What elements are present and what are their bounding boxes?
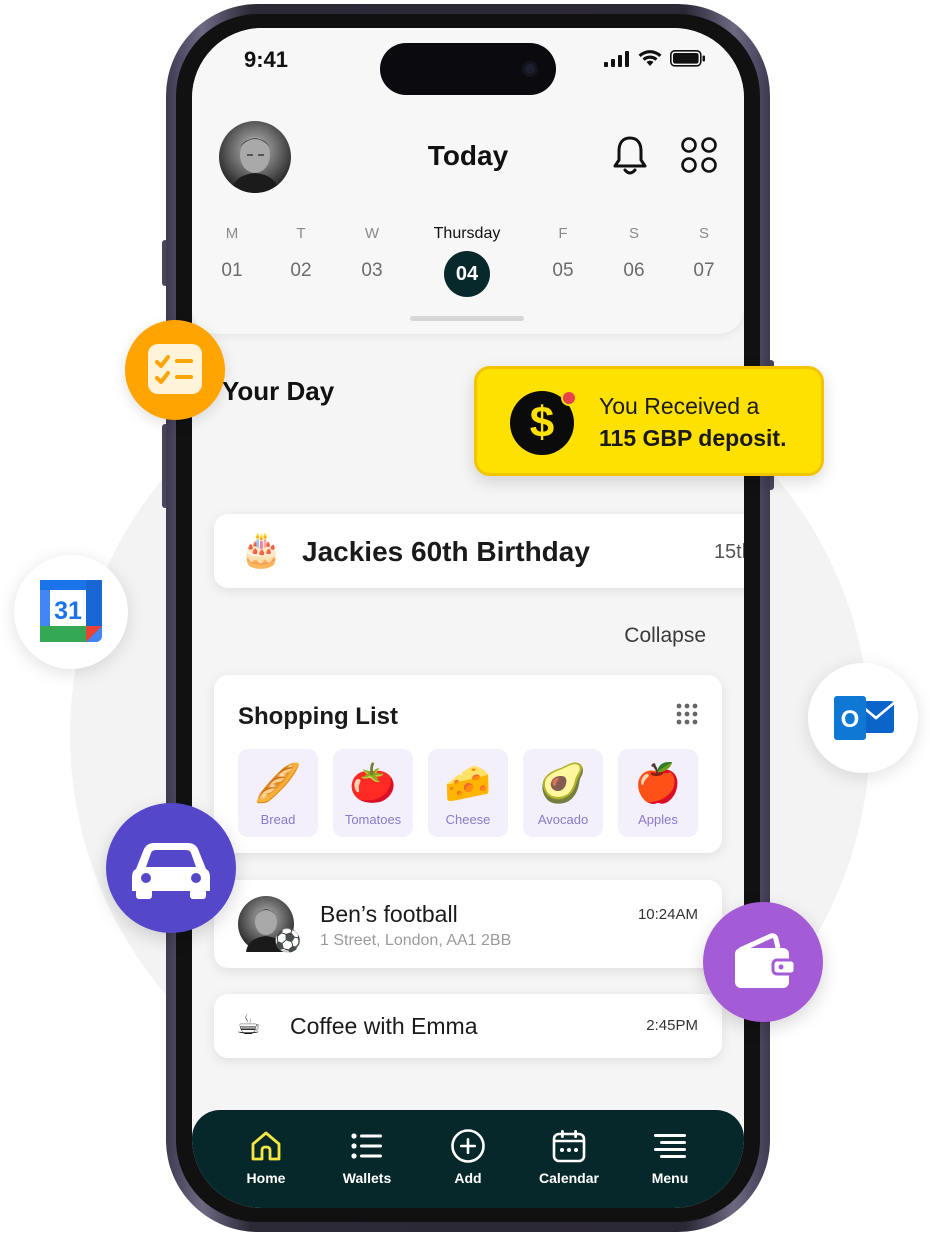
shopping-item-bread[interactable]: 🥖 Bread (238, 749, 318, 837)
tab-label: Calendar (539, 1170, 599, 1186)
item-label: Bread (260, 812, 296, 827)
header-card: 9:41 Today M 01 T 02 W 03 Thursday 04 F … (192, 28, 744, 334)
day-date: 04 (444, 251, 490, 297)
tab-wallets[interactable]: Wallets (317, 1128, 417, 1186)
calendar-date: 31 (54, 597, 82, 625)
event-address: 1 Street, London, AA1 2BB (320, 932, 512, 949)
event-title: Coffee with Emma (290, 1013, 478, 1039)
status-time: 9:41 (244, 47, 289, 72)
birthday-cake-icon: 🎂 (240, 531, 283, 569)
car-badge (106, 803, 236, 933)
shopping-item-apples[interactable]: 🍎 Apples (618, 749, 698, 837)
tab-calendar[interactable]: Calendar (519, 1128, 619, 1186)
tab-menu[interactable]: Menu (620, 1128, 720, 1186)
drag-handle[interactable] (410, 316, 524, 321)
day-name: S (698, 225, 709, 242)
battery-icon (670, 50, 705, 67)
google-calendar-badge: 31 (14, 555, 128, 669)
apple-icon: 🍎 (634, 763, 682, 805)
item-label: Tomatoes (344, 812, 402, 827)
page-title: Today (427, 140, 509, 171)
wallet-badge (703, 902, 823, 1022)
day-wednesday[interactable]: W 03 (327, 224, 417, 282)
day-name: Thursday (433, 225, 501, 242)
bell-icon[interactable] (610, 134, 650, 178)
tab-home[interactable]: Home (216, 1128, 316, 1186)
tab-label: Wallets (342, 1170, 392, 1186)
deposit-notification[interactable]: $ You Received a 115 GBP deposit. (474, 366, 824, 476)
bottom-tab-bar: Home Wallets Add Calendar Menu (192, 1110, 744, 1208)
tab-label: Home (246, 1170, 286, 1186)
signal-icon (604, 50, 629, 67)
wallet-icon (735, 933, 797, 988)
outlook-badge: O (808, 663, 918, 773)
birthday-date: 15th July (713, 541, 744, 563)
item-label: Cheese (445, 812, 491, 827)
shopping-item-avocado[interactable]: 🥑 Avocado (523, 749, 603, 837)
wifi-icon (638, 50, 662, 66)
shopping-list-card: Shopping List 🥖 Bread 🍅 Tomatoes 🧀 Chees… (214, 675, 722, 853)
day-sunday[interactable]: S 07 (659, 224, 744, 282)
home-icon (251, 1131, 281, 1161)
google-calendar-icon: 31 (40, 580, 102, 642)
shopping-item-tomatoes[interactable]: 🍅 Tomatoes (333, 749, 413, 837)
tomato-icon: 🍅 (349, 763, 397, 805)
birthday-card[interactable]: 🎂 Jackies 60th Birthday 15th July (214, 514, 744, 588)
coffee-cup-icon: ☕ (236, 1009, 262, 1040)
shopping-item-cheese[interactable]: 🧀 Cheese (428, 749, 508, 837)
avocado-icon: 🥑 (539, 763, 587, 805)
event-title: Ben’s football (320, 901, 458, 927)
event-card-football[interactable]: ⚽ Ben’s football 1 Street, London, AA1 2… (214, 880, 722, 968)
list-icon (351, 1133, 382, 1159)
shopping-items: 🥖 Bread 🍅 Tomatoes 🧀 Cheese 🥑 Avocado 🍎 … (238, 749, 698, 837)
day-date: 07 (693, 260, 715, 281)
menu-icon (654, 1134, 686, 1158)
notification-line-2: 115 GBP deposit. (599, 425, 787, 451)
item-label: Apples (638, 812, 678, 827)
your-day-title: Your Day (222, 376, 335, 406)
week-strip: M 01 T 02 W 03 Thursday 04 F 05 S 06 S 0… (192, 224, 744, 304)
football-icon: ⚽ (274, 928, 302, 953)
outlook-icon: O (834, 696, 895, 740)
dynamic-island (380, 43, 556, 95)
event-card-coffee[interactable]: ☕ Coffee with Emma 2:45PM (214, 994, 722, 1058)
status-bar: 9:41 (192, 28, 744, 95)
phone-screen: 9:41 Today M 01 T 02 W 03 Thursday 04 F … (192, 28, 744, 1208)
add-circle-icon (451, 1129, 485, 1163)
cheese-icon: 🧀 (444, 763, 492, 805)
status-icons (604, 50, 706, 67)
calendar-icon (552, 1130, 586, 1163)
checklist-badge (125, 320, 225, 420)
notification-line-1: You Received a (599, 393, 760, 419)
collapse-link[interactable]: Collapse (624, 624, 706, 648)
tab-add[interactable]: Add (418, 1128, 518, 1186)
outlook-letter: O (841, 706, 860, 733)
car-icon (132, 843, 210, 899)
day-date: 03 (361, 260, 383, 281)
checklist-icon (148, 344, 202, 394)
notification-dot (561, 390, 577, 406)
item-label: Avocado (537, 812, 589, 827)
day-thursday-selected[interactable]: Thursday 04 (422, 224, 512, 297)
birthday-title: Jackies 60th Birthday (302, 536, 590, 567)
front-camera (522, 61, 538, 77)
event-time: 2:45PM (646, 1017, 698, 1034)
grid-dots-icon[interactable] (676, 703, 698, 725)
shopping-list-title: Shopping List (238, 703, 398, 730)
tab-label: Menu (651, 1170, 689, 1186)
tab-label: Add (454, 1170, 482, 1186)
event-time: 10:24AM (637, 906, 698, 923)
apps-grid-icon[interactable] (680, 136, 718, 174)
bread-icon: 🥖 (254, 763, 302, 805)
day-name: W (364, 225, 380, 242)
